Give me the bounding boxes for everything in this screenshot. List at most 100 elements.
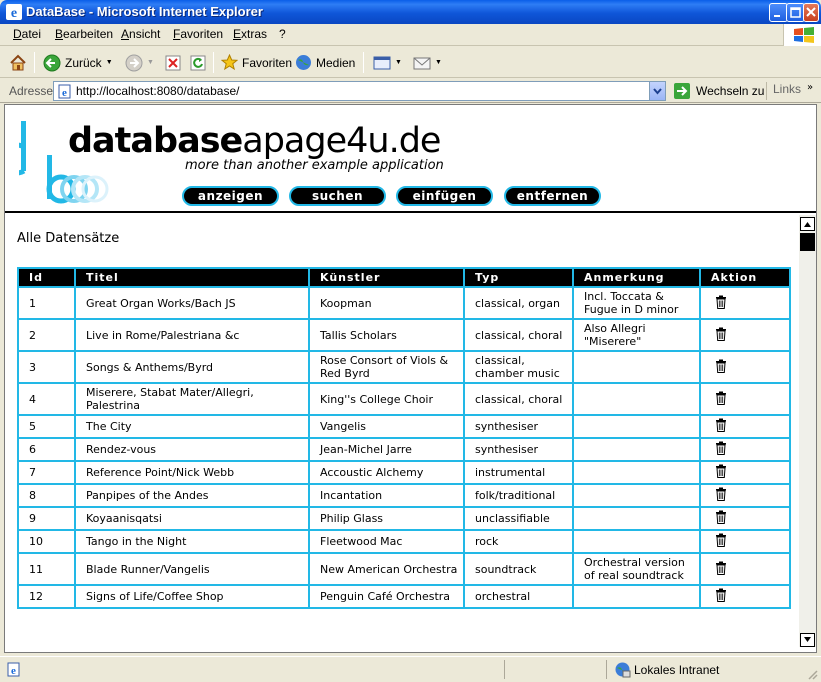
close-icon: [806, 7, 816, 17]
delete-trash-icon[interactable]: [715, 418, 727, 435]
status-bar: e Lokales Intranet: [0, 656, 821, 682]
menu-ansicht[interactable]: Ansicht: [121, 27, 160, 41]
table-row: 4 Miserere, Stabat Mater/Allegri, Palestr…: [17, 382, 791, 416]
header-titel[interactable]: Titel: [74, 267, 310, 288]
mail-button[interactable]: ▼: [413, 51, 442, 74]
refresh-button[interactable]: [190, 51, 206, 74]
cell-aktion: [699, 506, 791, 531]
mail-dropdown-icon[interactable]: ▼: [435, 59, 442, 66]
table-row: 3 Songs & Anthems/Byrd Rose Consort of Vio…: [17, 350, 791, 384]
delete-trash-icon[interactable]: [715, 487, 727, 504]
windows-flag-icon: [794, 27, 814, 43]
toolbar: Zurück ▼ ▼ Favoriten Medien ▼ ▼: [0, 47, 821, 78]
go-label: Wechseln zu: [696, 84, 765, 98]
cell-typ: instrumental: [463, 460, 574, 485]
cell-aktion: [699, 483, 791, 508]
vertical-scrollbar[interactable]: [799, 215, 816, 647]
history-button[interactable]: ▼: [373, 51, 402, 74]
cell-titel: Miserere, Stabat Mater/Allegri, Palestri…: [74, 382, 310, 416]
menu-datei[interactable]: Datei: [13, 27, 41, 41]
scroll-down-button[interactable]: [800, 633, 815, 647]
cell-kuenstler: Vangelis: [308, 414, 465, 439]
delete-trash-icon[interactable]: [715, 588, 727, 605]
menu-favoriten[interactable]: Favoriten: [173, 27, 223, 41]
delete-trash-icon[interactable]: [715, 464, 727, 481]
scroll-thumb[interactable]: [800, 233, 815, 251]
status-divider: [606, 660, 607, 679]
links-button[interactable]: Links: [766, 82, 801, 100]
go-button[interactable]: Wechseln zu: [673, 82, 764, 100]
nav-einfuegen[interactable]: einfügen: [396, 186, 493, 206]
delete-trash-icon[interactable]: [715, 510, 727, 527]
menu-extras[interactable]: Extras: [233, 27, 267, 41]
delete-trash-icon[interactable]: [715, 441, 727, 458]
page-viewport: databaseapage4u.de more than another exa…: [4, 104, 817, 653]
header-typ[interactable]: Typ: [463, 267, 574, 288]
menu-bearbeiten[interactable]: Bearbeiten: [55, 27, 113, 41]
cell-anmerkung: [572, 584, 701, 609]
delete-trash-icon[interactable]: [715, 561, 727, 578]
site-header: databaseapage4u.de more than another exa…: [5, 105, 816, 213]
resize-grip-icon[interactable]: [806, 668, 818, 680]
cell-titel: Koyaanisqatsi: [74, 506, 310, 531]
cell-anmerkung: [572, 506, 701, 531]
address-label: Adresse: [9, 84, 54, 98]
site-tagline: more than another example application: [185, 158, 444, 173]
go-arrow-icon: [674, 83, 690, 99]
cell-titel: Panpipes of the Andes: [74, 483, 310, 508]
cell-id: 11: [17, 552, 76, 586]
header-anmerkung[interactable]: Anmerkung: [572, 267, 701, 288]
delete-trash-icon[interactable]: [715, 359, 727, 376]
address-input[interactable]: e http://localhost:8080/database/: [53, 81, 666, 101]
brand-bold: database: [68, 121, 243, 161]
cell-anmerkung: Incl. Toccata & Fugue in D minor: [572, 286, 701, 320]
cell-kuenstler: Philip Glass: [308, 506, 465, 531]
table-row: 2 Live in Rome/Palestriana &c Tallis Schol…: [17, 318, 791, 352]
address-bar: Adresse e http://localhost:8080/database…: [0, 79, 821, 103]
cell-titel: Blade Runner/Vangelis: [74, 552, 310, 586]
history-dropdown-icon[interactable]: ▼: [395, 59, 402, 66]
address-dropdown-button[interactable]: [649, 82, 665, 100]
back-dropdown-icon[interactable]: ▼: [106, 59, 113, 66]
stop-button[interactable]: [165, 51, 181, 74]
scroll-up-button[interactable]: [800, 217, 815, 231]
cell-kuenstler: Jean-Michel Jarre: [308, 437, 465, 462]
table-row: 5 The City Vangelis synthesiser: [17, 414, 791, 439]
cell-kuenstler: Koopman: [308, 286, 465, 320]
cell-id: 12: [17, 584, 76, 609]
forward-dropdown-icon[interactable]: ▼: [147, 59, 154, 66]
media-button[interactable]: Medien: [295, 51, 355, 74]
cell-typ: classical, organ: [463, 286, 574, 320]
close-button[interactable]: [803, 3, 819, 22]
back-button[interactable]: Zurück ▼: [43, 51, 113, 74]
cell-id: 3: [17, 350, 76, 384]
security-zone-label: Lokales Intranet: [634, 663, 720, 677]
nav-entfernen[interactable]: entfernen: [504, 186, 601, 206]
nav-anzeigen[interactable]: anzeigen: [182, 186, 279, 206]
header-id[interactable]: Id: [17, 267, 76, 288]
title-bar[interactable]: e DataBase - Microsoft Internet Explorer: [0, 0, 821, 24]
cell-titel: Tango in the Night: [74, 529, 310, 554]
favorites-button[interactable]: Favoriten: [221, 51, 292, 74]
cell-kuenstler: Tallis Scholars: [308, 318, 465, 352]
chevron-down-icon: [653, 88, 662, 95]
delete-trash-icon[interactable]: [715, 327, 727, 344]
delete-trash-icon[interactable]: [715, 391, 727, 408]
links-more-icon[interactable]: »: [807, 82, 813, 93]
cell-kuenstler: Accoustic Alchemy: [308, 460, 465, 485]
delete-trash-icon[interactable]: [715, 533, 727, 550]
cell-typ: soundtrack: [463, 552, 574, 586]
forward-button[interactable]: ▼: [125, 51, 154, 74]
home-button[interactable]: [9, 51, 27, 74]
toolbar-separator: [213, 52, 214, 73]
nav-suchen[interactable]: suchen: [289, 186, 386, 206]
favorites-label: Favoriten: [242, 55, 293, 70]
menu-help[interactable]: ?: [279, 27, 286, 41]
cell-anmerkung: [572, 350, 701, 384]
delete-trash-icon[interactable]: [715, 295, 727, 312]
cell-typ: unclassifiable: [463, 506, 574, 531]
header-kuenstler[interactable]: Künstler: [308, 267, 465, 288]
cell-kuenstler: Penguin Café Orchestra: [308, 584, 465, 609]
back-arrow-icon: [43, 54, 61, 71]
toolbar-separator: [363, 52, 364, 73]
